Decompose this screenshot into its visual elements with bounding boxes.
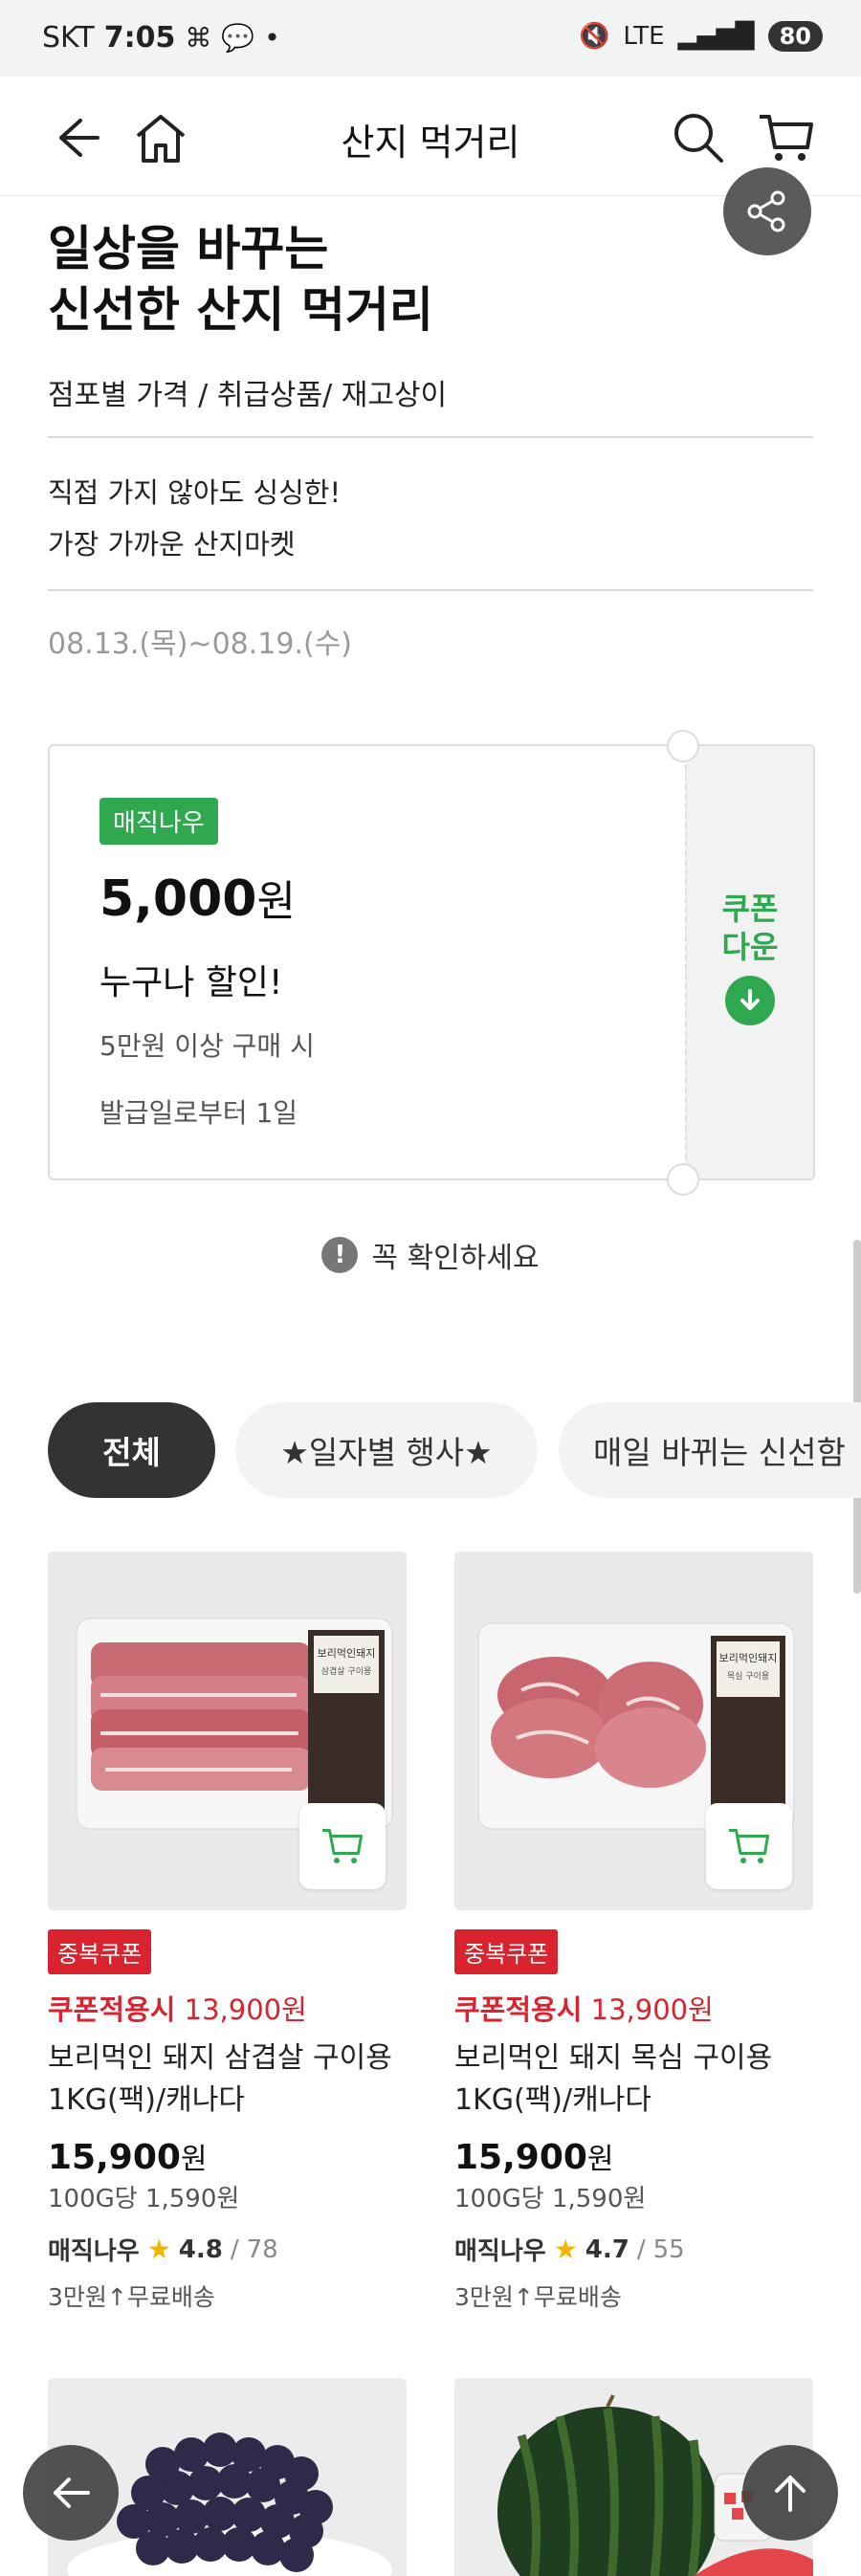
cart-icon bbox=[322, 1829, 363, 1863]
coupon-price-value: 13,900원 bbox=[590, 1993, 714, 2026]
hero-headline: 일상을 바꾸는 신선한 산지 먹거리 bbox=[48, 218, 433, 341]
product-card[interactable]: 보리먹인돼지 목심 구이용 중복쿠폰 쿠폰적용시 13,900원 보리먹인 돼지… bbox=[454, 1552, 813, 2313]
product-image[interactable]: 보리먹인돼지 삼겹살 구이용 bbox=[48, 1552, 407, 1910]
divider bbox=[48, 436, 813, 438]
search-icon[interactable] bbox=[668, 107, 729, 168]
back-fab-button[interactable] bbox=[23, 2445, 119, 2541]
brand-label: 매직나우 bbox=[48, 2237, 140, 2266]
screenshot-icon: ⌘ bbox=[185, 22, 212, 54]
product-rating: 매직나우 ★ 4.8/78 bbox=[48, 2232, 407, 2267]
rating-separator: / bbox=[230, 2235, 239, 2264]
share-icon bbox=[747, 190, 785, 232]
dot-icon: • bbox=[264, 22, 280, 54]
signal-icon: ▂▄▆█ bbox=[677, 22, 755, 51]
desc-line-1: 직접 가지 않아도 싱싱한! bbox=[48, 476, 342, 509]
tab-daily-event[interactable]: ★일자별 행사★ bbox=[235, 1402, 538, 1498]
coupon-amount: 5,000원 bbox=[99, 867, 296, 928]
coupon-validity: 발급일로부터 1일 bbox=[99, 1097, 298, 1129]
add-to-cart-button[interactable] bbox=[299, 1803, 386, 1889]
add-to-cart-button[interactable] bbox=[706, 1803, 792, 1889]
clock: 7:05 bbox=[103, 21, 176, 55]
coupon-notch-top bbox=[667, 730, 699, 762]
review-count: 55 bbox=[652, 2235, 685, 2264]
coupon-download-button[interactable]: 쿠폰 다운 bbox=[687, 890, 813, 1025]
notice-link[interactable]: ! 꼭 확인하세요 bbox=[0, 1234, 861, 1276]
price-value: 15,900 bbox=[48, 2138, 181, 2177]
status-bar-left: SKT 7:05 ⌘ 💬 • bbox=[42, 21, 280, 55]
headline-line-2: 신선한 산지 먹거리 bbox=[48, 282, 433, 338]
coupon-price: 쿠폰적용시 13,900원 bbox=[48, 1988, 407, 2028]
duplicate-coupon-badge: 중복쿠폰 bbox=[454, 1929, 559, 1974]
coupon-badge: 매직나우 bbox=[99, 798, 218, 845]
star-icon: ★ bbox=[553, 2234, 578, 2265]
tab-all[interactable]: 전체 bbox=[48, 1402, 215, 1498]
product-name[interactable]: 보리먹인 돼지 목심 구이용 1KG(팩)/캐나다 bbox=[454, 2037, 813, 2122]
product-name[interactable]: 보리먹인 돼지 삼겹살 구이용 1KG(팩)/캐나다 bbox=[48, 2037, 407, 2122]
product-price: 15,900원 bbox=[454, 2135, 813, 2177]
coupon-amount-value: 5,000 bbox=[99, 870, 257, 928]
share-button[interactable] bbox=[723, 167, 811, 255]
coupon-price-value: 13,900원 bbox=[184, 1993, 307, 2026]
status-bar-right: 🔇 LTE ▂▄▆█ 80 bbox=[579, 21, 823, 52]
brand-label: 매직나우 bbox=[454, 2237, 546, 2266]
scroll-top-button[interactable] bbox=[742, 2445, 838, 2541]
notice-text: 꼭 확인하세요 bbox=[371, 1242, 540, 1275]
battery-indicator: 80 bbox=[767, 21, 823, 52]
shipping-info: 3만원↑무료배송 bbox=[454, 2283, 622, 2311]
coupon-title: 누구나 할인! bbox=[99, 963, 283, 1002]
unit-price: 100G당 1,590원 bbox=[48, 2185, 240, 2213]
price-unit: 원 bbox=[180, 2143, 208, 2176]
duplicate-coupon-badge: 중복쿠폰 bbox=[48, 1929, 152, 1974]
scroll-top-icon bbox=[775, 2476, 806, 2512]
product-rating: 매직나우 ★ 4.7/55 bbox=[454, 2232, 813, 2267]
price-unit: 원 bbox=[586, 2143, 614, 2176]
coupon-price-label: 쿠폰적용시 bbox=[48, 1993, 176, 2026]
coupon-amount-unit: 원 bbox=[256, 877, 296, 926]
coupon-notch-bottom bbox=[667, 1163, 699, 1196]
package-label: 보리먹인돼지 bbox=[318, 1647, 376, 1660]
coupon-price: 쿠폰적용시 13,900원 bbox=[454, 1988, 813, 2028]
app-header: 산지 먹거리 bbox=[0, 77, 861, 196]
rating-score: 4.8 bbox=[178, 2235, 223, 2264]
status-bar: SKT 7:05 ⌘ 💬 • 🔇 LTE ▂▄▆█ 80 bbox=[0, 0, 861, 77]
talk-icon: 💬 bbox=[221, 22, 255, 54]
desc-line-2: 가장 가까운 산지마켓 bbox=[48, 528, 296, 561]
coupon-condition: 5만원 이상 구매 시 bbox=[99, 1030, 315, 1062]
download-label-1: 쿠폰 bbox=[721, 891, 779, 927]
category-tabs: 전체 ★일자별 행사★ 매일 바뀌는 신선함 bbox=[48, 1402, 861, 1498]
carrier-label: SKT bbox=[42, 21, 95, 55]
cart-icon[interactable] bbox=[756, 107, 817, 168]
mute-icon: 🔇 bbox=[579, 22, 610, 51]
alert-icon: ! bbox=[321, 1237, 359, 1273]
event-period: 08.13.(목)~08.19.(수) bbox=[48, 627, 352, 661]
star-icon: ★ bbox=[146, 2234, 171, 2265]
review-count: 78 bbox=[246, 2235, 278, 2264]
coupon-card[interactable]: 매직나우 5,000원 누구나 할인! 5만원 이상 구매 시 발급일로부터 1… bbox=[48, 744, 815, 1180]
download-arrow-icon bbox=[725, 976, 775, 1025]
page-title: 산지 먹거리 bbox=[341, 121, 520, 164]
unit-price: 100G당 1,590원 bbox=[454, 2185, 647, 2213]
shipping-info: 3만원↑무료배송 bbox=[48, 2283, 215, 2311]
product-card[interactable]: 보리먹인돼지 삼겹살 구이용 중복쿠폰 쿠폰적용시 13,900원 보리먹인 돼… bbox=[48, 1552, 407, 2313]
coupon-price-label: 쿠폰적용시 bbox=[454, 1993, 583, 2026]
product-image[interactable]: 보리먹인돼지 목심 구이용 bbox=[454, 1552, 813, 1910]
back-fab-icon bbox=[54, 2477, 90, 2508]
rating-separator: / bbox=[636, 2235, 646, 2264]
product-price: 15,900원 bbox=[48, 2135, 407, 2177]
tab-daily-fresh[interactable]: 매일 바뀌는 신선함 bbox=[559, 1402, 861, 1498]
package-sub-label: 삼겹살 구이용 bbox=[321, 1665, 372, 1677]
network-label: LTE bbox=[623, 22, 665, 51]
divider bbox=[48, 589, 813, 591]
cart-icon bbox=[729, 1829, 769, 1863]
package-label: 보리먹인돼지 bbox=[719, 1652, 778, 1664]
download-label-2: 다운 bbox=[721, 929, 779, 965]
package-sub-label: 목심 구이용 bbox=[727, 1671, 769, 1682]
price-value: 15,900 bbox=[454, 2138, 587, 2177]
headline-line-1: 일상을 바꾸는 bbox=[48, 221, 329, 276]
store-note: 점포별 가격 / 취급상품/ 재고상이 bbox=[48, 379, 448, 412]
rating-score: 4.7 bbox=[585, 2235, 629, 2264]
